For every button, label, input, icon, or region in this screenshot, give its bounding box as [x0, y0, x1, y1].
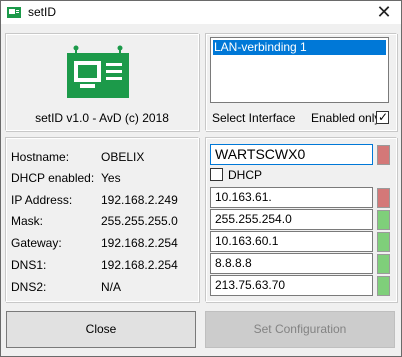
mask-value: 255.255.255.0 [101, 214, 178, 228]
enabled-only-label[interactable]: Enabled only [311, 111, 380, 125]
window-title: setID [28, 5, 57, 19]
mask-status-indicator [377, 210, 390, 230]
dhcp-label[interactable]: DHCP [228, 168, 262, 182]
dns2-label: DNS2: [11, 280, 47, 294]
monitor-board-icon [67, 45, 129, 98]
ip-status-indicator [377, 188, 390, 208]
dns1-field[interactable]: 8.8.8.8 [210, 253, 373, 274]
hostname-label: Hostname: [11, 150, 70, 164]
version-text: setID v1.0 - AvD (c) 2018 [35, 111, 169, 125]
dns1-value: 192.168.2.254 [101, 258, 178, 272]
gateway-value: 192.168.2.254 [101, 236, 178, 250]
interface-listbox[interactable]: LAN-verbinding 1 [210, 37, 389, 103]
app-icon [7, 7, 21, 18]
checkmark-icon: ✓ [378, 110, 389, 124]
dhcp-enabled-label: DHCP enabled: [11, 171, 95, 185]
dhcp-checkbox[interactable] [210, 168, 223, 181]
hostname-status-indicator [377, 145, 390, 165]
enabled-only-checkbox[interactable]: ✓ [376, 110, 389, 124]
interface-list-item[interactable]: LAN-verbinding 1 [213, 40, 386, 55]
title-bar: setID ✕ [0, 0, 402, 24]
dns2-field[interactable]: 213.75.63.70 [210, 275, 373, 296]
dns2-value: N/A [101, 280, 122, 294]
mask-label: Mask: [11, 214, 44, 228]
dns2-status-indicator [377, 276, 390, 296]
select-interface-label: Select Interface [212, 111, 296, 125]
gateway-status-indicator [377, 232, 390, 252]
gateway-field[interactable]: 10.163.60.1 [210, 231, 373, 252]
dns1-status-indicator [377, 254, 390, 274]
gateway-label: Gateway: [11, 236, 62, 250]
hostname-field[interactable]: WARTSCWX0 [210, 144, 373, 165]
close-window-icon[interactable]: ✕ [367, 1, 401, 24]
set-configuration-button[interactable]: Set Configuration [205, 311, 395, 348]
mask-field[interactable]: 255.255.254.0 [210, 209, 373, 230]
close-button[interactable]: Close [6, 311, 196, 348]
dns1-label: DNS1: [11, 258, 47, 272]
dhcp-enabled-value: Yes [101, 171, 121, 185]
hostname-value: OBELIX [101, 150, 145, 164]
ip-address-label: IP Address: [11, 193, 73, 207]
ip-address-field[interactable]: 10.163.61. [210, 187, 373, 208]
ip-address-value: 192.168.2.249 [101, 193, 178, 207]
